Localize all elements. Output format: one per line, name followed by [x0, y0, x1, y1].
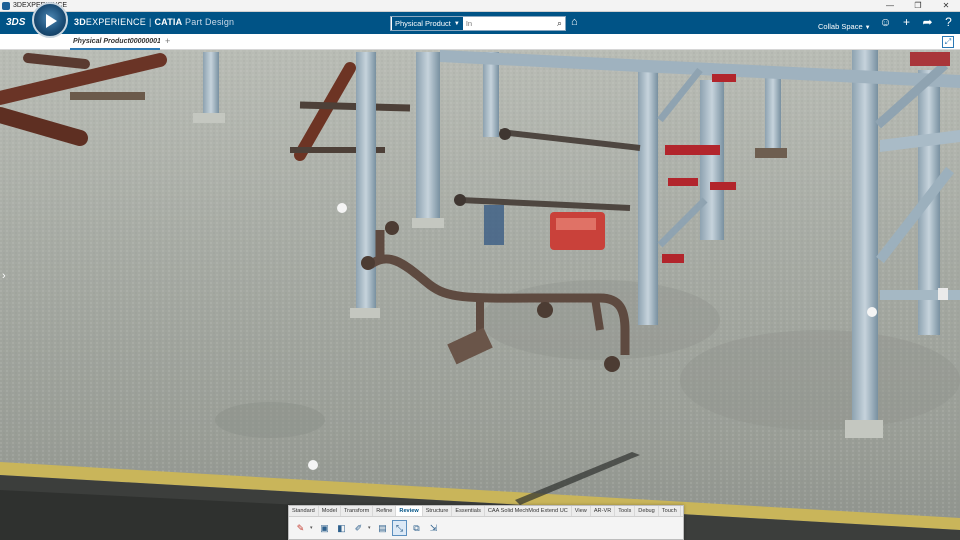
- brand-main: EXPERIENCE: [85, 17, 146, 27]
- simulate-icon[interactable]: ⧉: [409, 520, 424, 536]
- chevron-down-icon[interactable]: ▾: [368, 525, 373, 531]
- action-bar-tabs: Standard Model Transform Refine Review S…: [289, 506, 683, 517]
- window-title-bar: 3DEXPERIENCE — ❐ ✕: [0, 0, 960, 12]
- help-icon[interactable]: ?: [941, 15, 956, 30]
- compare-icon[interactable]: ◧: [334, 520, 349, 536]
- play-icon: [46, 14, 57, 28]
- search-bar: Physical Product▼ ⌕: [390, 16, 566, 31]
- maximize-button[interactable]: ❐: [904, 0, 932, 12]
- add-tab-button[interactable]: +: [165, 36, 170, 46]
- app-module: Part Design: [185, 17, 235, 27]
- tab-transform[interactable]: Transform: [341, 506, 374, 516]
- minimize-button[interactable]: —: [876, 0, 904, 12]
- chevron-down-icon: ▼: [864, 25, 871, 31]
- annotation-icon[interactable]: ✐: [351, 520, 366, 536]
- tab-model[interactable]: Model: [319, 506, 341, 516]
- tab-review[interactable]: Review: [396, 506, 423, 516]
- tab-standard[interactable]: Standard: [289, 506, 319, 516]
- tab-tools[interactable]: Tools: [615, 506, 636, 516]
- compass-button[interactable]: [32, 2, 68, 38]
- action-bar-tools: ✎ ▾ ▣ ◧ ✐ ▾ ▤ ⤡ ⧉ ⇲: [289, 517, 683, 539]
- brand-title: 3DEXPERIENCE | CATIA Part Design: [74, 17, 235, 27]
- search-icon[interactable]: ⌕: [557, 18, 562, 29]
- tab-refine[interactable]: Refine: [373, 506, 397, 516]
- search-scope-dropdown[interactable]: Physical Product ▼: [392, 17, 463, 30]
- fit-all-icon[interactable]: ⤢: [942, 36, 954, 48]
- add-icon[interactable]: +: [899, 15, 914, 30]
- tab-caa-solid-mechmod[interactable]: CAA Solid MechMod Extend UC: [485, 506, 572, 516]
- tab-touch[interactable]: Touch: [659, 506, 681, 516]
- top-bar: 3DS 3DEXPERIENCE | CATIA Part Design Physi…: [0, 12, 960, 34]
- chevron-down-icon[interactable]: ▾: [310, 525, 315, 531]
- tab-ar-vr[interactable]: AR-VR: [591, 506, 616, 516]
- tab-debug[interactable]: Debug: [635, 506, 659, 516]
- expand-panel-icon[interactable]: ›: [2, 270, 6, 282]
- action-bar: Standard Model Transform Refine Review S…: [288, 505, 684, 540]
- snapshot-icon[interactable]: ▤: [375, 520, 390, 536]
- app-icon: [2, 1, 10, 10]
- brand-prefix: 3D: [74, 17, 86, 27]
- search-scope-label: Physical Product: [395, 19, 451, 28]
- share-icon[interactable]: ➦: [920, 15, 935, 30]
- publish-icon[interactable]: ⇲: [426, 520, 441, 536]
- document-tab-bar: Physical Product00000001 + ⤢: [0, 34, 960, 50]
- search-input[interactable]: [465, 19, 548, 28]
- document-tab[interactable]: Physical Product00000001: [70, 34, 160, 50]
- top-icons: ☺ + ➦ ?: [878, 15, 956, 30]
- collab-space-dropdown[interactable]: Collab Space ▼: [818, 22, 871, 31]
- tab-view[interactable]: View: [572, 506, 591, 516]
- 3d-viewport[interactable]: ›: [0, 50, 960, 540]
- collab-space-label: Collab Space: [818, 22, 863, 31]
- clash-icon[interactable]: ⤡: [392, 520, 407, 536]
- point-cloud-scene: [0, 50, 960, 540]
- tab-structure[interactable]: Structure: [423, 506, 453, 516]
- ds-logo-icon[interactable]: 3DS: [6, 15, 25, 31]
- tab-essentials[interactable]: Essentials: [452, 506, 485, 516]
- chevron-down-icon: ▼: [453, 20, 460, 27]
- user-icon[interactable]: ☺: [878, 15, 893, 30]
- window-controls: — ❐ ✕: [876, 0, 960, 12]
- tag-icon[interactable]: ⌂: [571, 16, 578, 28]
- close-button[interactable]: ✕: [932, 0, 960, 12]
- app-name: CATIA: [154, 17, 183, 27]
- measure-icon[interactable]: ✎: [293, 520, 308, 536]
- section-icon[interactable]: ▣: [317, 520, 332, 536]
